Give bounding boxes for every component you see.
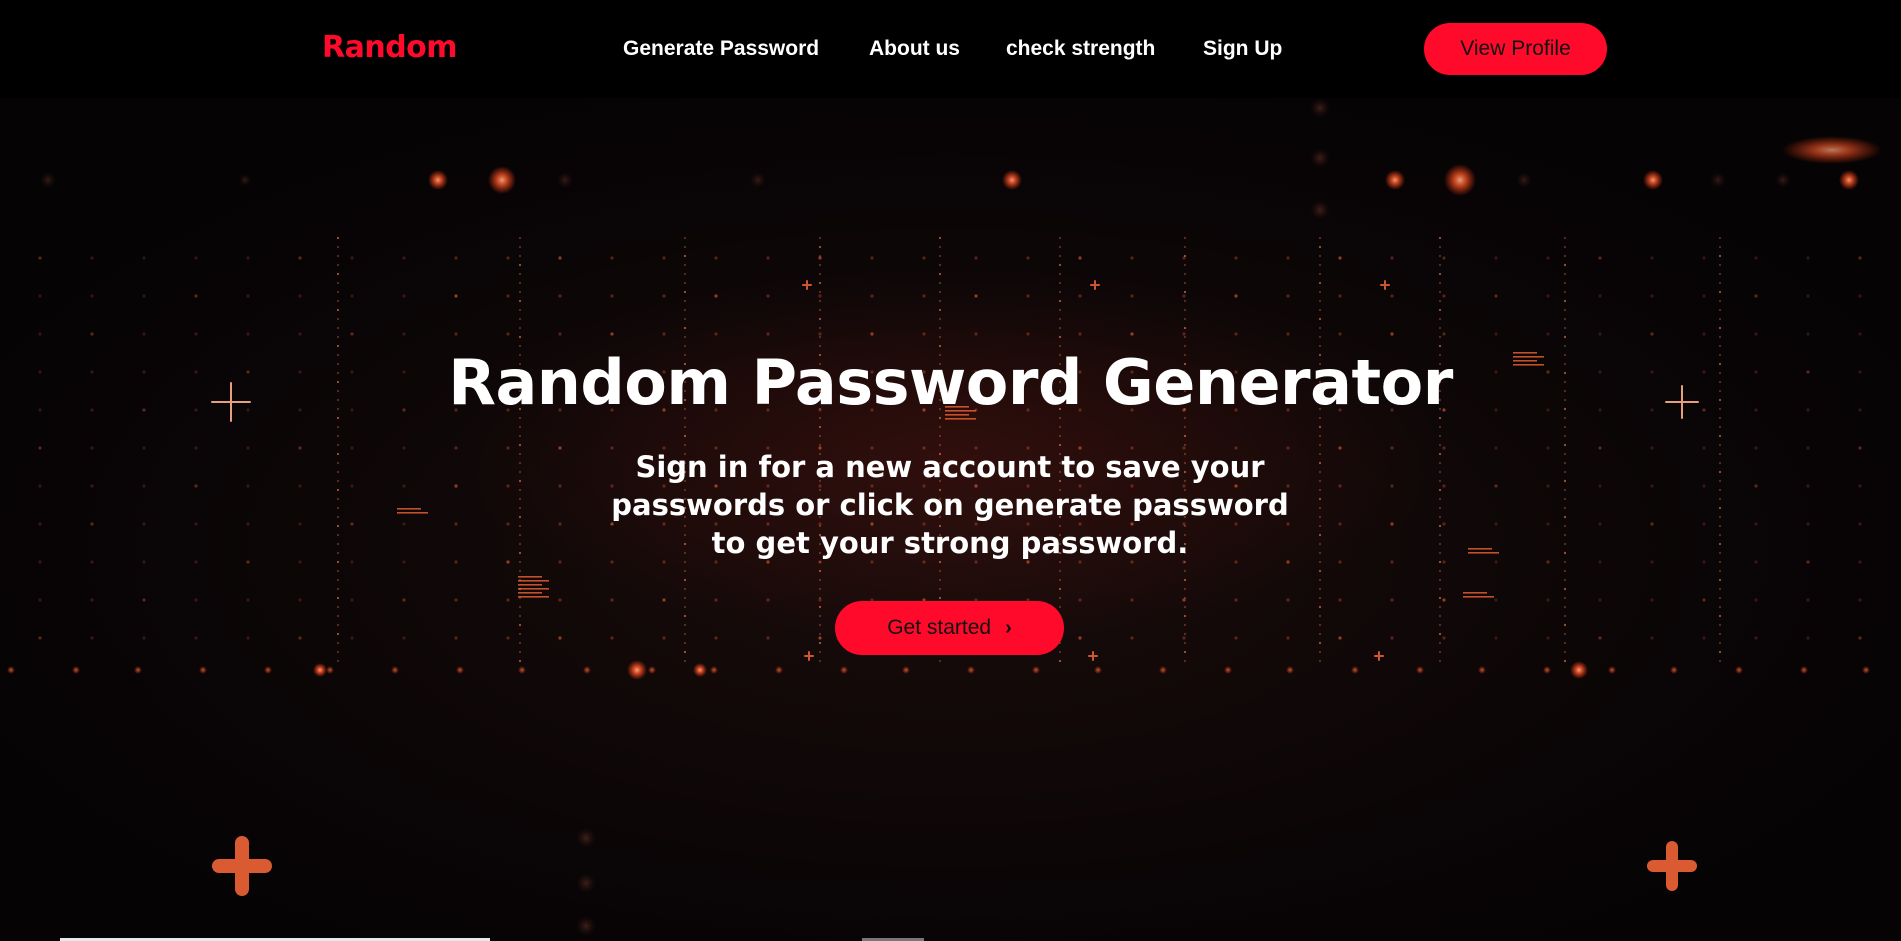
nav-link-sign-up[interactable]: Sign Up — [1203, 37, 1282, 61]
navbar: Random Generate Password About us check … — [0, 0, 1901, 98]
nav-links: Generate Password About us check strengt… — [0, 37, 1901, 65]
hero-section: Random Password Generator Sign in for a … — [0, 98, 1901, 941]
view-profile-button[interactable]: View Profile — [1424, 23, 1607, 75]
hero-subtitle: Sign in for a new account to save your p… — [611, 450, 1289, 560]
nav-link-about-us[interactable]: About us — [869, 37, 960, 61]
hero-title: Random Password Generator — [448, 346, 1453, 419]
nav-link-generate-password[interactable]: Generate Password — [623, 37, 819, 61]
page: Random Generate Password About us check … — [0, 0, 1901, 941]
chevron-right-icon: › — [1005, 616, 1012, 639]
nav-link-check-strength[interactable]: check strength — [1006, 37, 1155, 61]
get-started-label: Get started — [887, 616, 992, 639]
get-started-button[interactable]: Get started › — [835, 601, 1064, 655]
